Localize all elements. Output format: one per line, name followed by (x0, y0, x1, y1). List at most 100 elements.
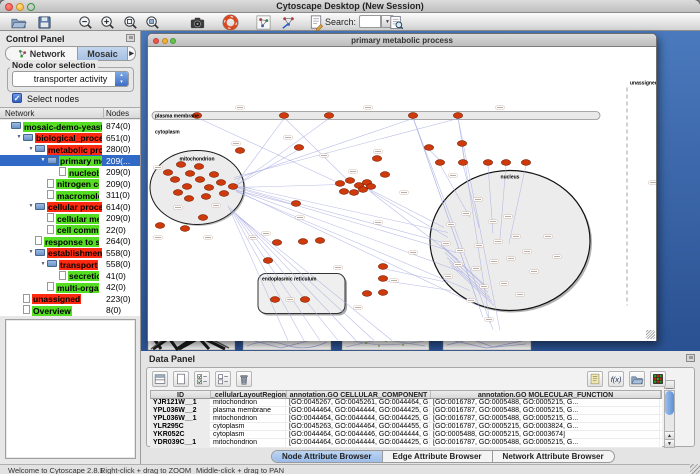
zoom-in-icon[interactable] (99, 14, 116, 31)
network-window-titlebar[interactable]: primary metabolic process (148, 34, 656, 47)
select-attributes-icon[interactable] (194, 371, 210, 387)
table-scrollbar[interactable]: ▲ ▼ (664, 390, 675, 448)
tab-node-attribute-browser[interactable]: Node Attribute Browser (272, 451, 383, 462)
disclosure-triangle-icon[interactable]: ▼ (39, 157, 47, 163)
save-icon[interactable] (36, 14, 53, 31)
scroll-up-icon[interactable]: ▲ (665, 431, 674, 439)
table-row[interactable]: YLR295Ccytoplasm[GO:0045263, GO:0044464,… (150, 423, 662, 431)
network-link-icon[interactable] (280, 14, 297, 31)
app-resize-grip[interactable] (690, 464, 700, 474)
color-attribute-dropdown[interactable]: transporter activity ▴▾ (12, 71, 129, 87)
table-cell: [GO:0044464, GO:0044444, GO:0044425, G..… (286, 439, 430, 446)
table-cell: [GO:0044464, GO:0044444, GO:0044425, G..… (286, 407, 430, 414)
tree-row-node-count: 22(0) (106, 225, 126, 235)
column-header[interactable]: annotation.GO CELLULAR_COMPONENT (287, 391, 431, 398)
tree-row-node-count: 209(0) (106, 167, 131, 177)
app-window: Cytoscape Desktop (New Session) Search: … (0, 0, 700, 474)
zoom-out-icon[interactable] (77, 14, 94, 31)
heatmap-icon[interactable] (650, 371, 666, 387)
app-titlebar[interactable]: Cytoscape Desktop (New Session) (0, 0, 700, 13)
disclosure-triangle-icon[interactable]: ▼ (27, 249, 35, 255)
search-label: Search: (325, 17, 356, 27)
annotation-icon[interactable] (308, 14, 325, 31)
table-row[interactable]: YPL036W__2plasma membrane[GO:0044464, GO… (150, 407, 662, 415)
column-header[interactable]: annotation.GO MOLECULAR_FUNCTION (431, 391, 661, 398)
table-cell: [GO:0005488, GO:0005215, GO:0003674] (430, 431, 660, 438)
table-cell: [GO:0045263, GO:0044464, GO:0044455, G..… (286, 423, 430, 430)
table-row[interactable]: YPL036W__1mitochondrion[GO:0044464, GO:0… (150, 415, 662, 423)
float-data-panel-icon[interactable] (686, 354, 695, 362)
column-header[interactable]: ID (151, 391, 211, 398)
tree-row-node-count: 209(0) (106, 179, 131, 189)
table-header[interactable]: ID_cellularLayoutRegionannotation.GO CEL… (150, 390, 662, 399)
tree-row-node-count: 558(0) (106, 259, 131, 269)
network-view-window[interactable]: primary metabolic process plasma membran… (147, 33, 657, 341)
table-row[interactable]: YDR039C__1mitochondrion[GO:0044464, GO:0… (150, 439, 662, 447)
color-attribute-value: transporter activity (34, 74, 108, 84)
tab-network[interactable]: Network (6, 47, 78, 60)
network-overview-icon[interactable] (255, 14, 272, 31)
search-input[interactable] (359, 15, 381, 28)
select-nodes-checkbox[interactable]: ✓ (12, 93, 22, 103)
table-cell: cytoplasm (210, 431, 286, 438)
birds-eye-view[interactable] (5, 319, 136, 459)
table-cell: [GO:0016787, GO:0005488, GO:0005215, G..… (430, 415, 660, 422)
attribute-grid-icon[interactable] (152, 371, 168, 387)
attribute-table[interactable]: ID_cellularLayoutRegionannotation.GO CEL… (150, 390, 662, 448)
data-panel: Data Panel ID_cellularLayoutRegionannota… (141, 351, 700, 449)
window-resize-grip[interactable] (646, 330, 655, 339)
scroll-down-icon[interactable]: ▼ (665, 439, 674, 447)
tree-row-node-count: 209(... (106, 156, 130, 166)
tree-row[interactable]: Overview8(0) (0, 304, 140, 316)
help-ring-icon[interactable] (222, 14, 239, 31)
file-icon (47, 179, 54, 188)
zoom-fit-icon[interactable] (122, 14, 139, 31)
delete-attribute-icon[interactable] (236, 371, 252, 387)
table-row[interactable]: YJR121W__1mitochondrion[GO:0045267, GO:0… (150, 399, 662, 407)
table-cell: mitochondrion (210, 399, 286, 406)
scrollbar-thumb[interactable] (665, 391, 674, 415)
disclosure-triangle-icon[interactable]: ▼ (15, 134, 23, 140)
app-title: Cytoscape Desktop (New Session) (0, 1, 700, 11)
tab-overflow-arrow-icon[interactable]: ▶ (128, 47, 135, 60)
file-icon (47, 213, 54, 222)
table-row[interactable]: YKR052Ccytoplasm[GO:0044464, GO:0044446,… (150, 431, 662, 439)
mdi-desktop: primary metabolic process plasma membran… (141, 31, 700, 351)
main-toolbar: Search: ▼ (0, 13, 700, 31)
open-folder-icon[interactable] (10, 14, 27, 31)
region-label: mitochondrion (180, 157, 215, 163)
attribute-browser: ID_cellularLayoutRegionannotation.GO CEL… (146, 367, 695, 447)
table-cell: YJR121W__1 (150, 399, 210, 406)
tab-network-attribute-browser[interactable]: Network Attribute Browser (493, 451, 614, 462)
float-panel-icon[interactable] (126, 34, 135, 42)
camera-icon[interactable] (189, 14, 206, 31)
disclosure-triangle-icon[interactable]: ▼ (27, 203, 35, 209)
search-config-icon[interactable] (388, 14, 405, 31)
file-icon (23, 305, 30, 314)
folder-icon (35, 249, 45, 256)
tab-mosaic[interactable]: Mosaic (78, 47, 128, 60)
new-attribute-icon[interactable] (173, 371, 189, 387)
disclosure-triangle-icon[interactable]: ▼ (27, 146, 35, 152)
data-panel-title: Data Panel (149, 354, 195, 364)
formula-icon[interactable]: f(x) (608, 371, 624, 387)
table-cell: cytoplasm (210, 423, 286, 430)
tree-row-node-count: 41(0) (106, 271, 126, 281)
import-attributes-icon[interactable] (629, 371, 645, 387)
table-cell: YPL036W__1 (150, 415, 210, 422)
table-cell: [GO:0044464, GO:0044444, GO:0044425, G..… (286, 415, 430, 422)
tab-edge-attribute-browser[interactable]: Edge Attribute Browser (383, 451, 493, 462)
column-header[interactable]: _cellularLayoutRegion (211, 391, 287, 398)
attribute-batch-icon[interactable] (587, 371, 603, 387)
zoom-region-icon[interactable] (144, 14, 161, 31)
file-icon (23, 294, 30, 303)
network-canvas[interactable]: plasma membranecytoplasmmitochondrionnuc… (148, 47, 656, 341)
unselect-attributes-icon[interactable] (215, 371, 231, 387)
tree-row-label: Overview (32, 306, 72, 316)
table-cell: YKR052C (150, 431, 210, 438)
node-color-selection-label: Node color selection (10, 60, 98, 70)
table-cell: [GO:0016787, GO:0005215, GO:0003824, G..… (430, 423, 660, 430)
folder-icon (35, 203, 45, 210)
disclosure-triangle-icon[interactable]: ▼ (39, 261, 47, 267)
control-panel-tabs: Network Mosaic ▶ (5, 46, 136, 61)
